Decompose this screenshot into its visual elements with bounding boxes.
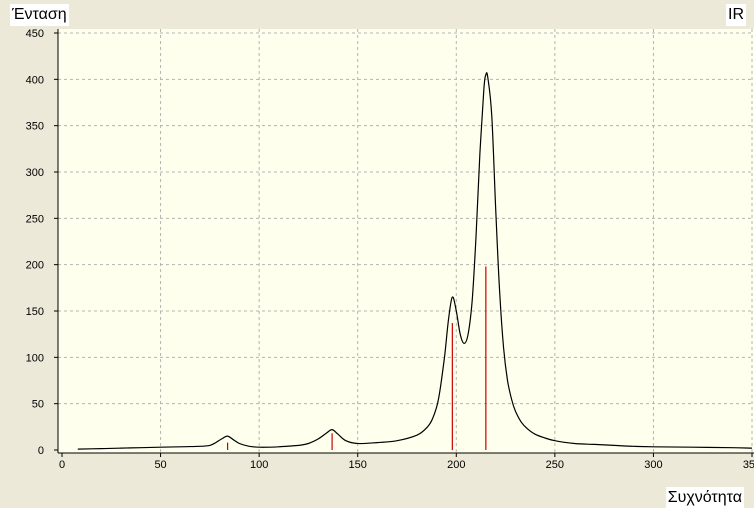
- x-tick-label: 100: [250, 459, 268, 471]
- plot-area: [58, 29, 754, 453]
- x-tick-label: 200: [447, 459, 465, 471]
- x-tick-label: 150: [349, 459, 367, 471]
- y-tick-label: 200: [26, 260, 44, 272]
- y-tick-label: 250: [26, 213, 44, 225]
- x-tick-label: 0: [59, 459, 65, 471]
- y-tick-label: 400: [26, 74, 44, 86]
- y-axis-ticks: 0 50 100 150 200 250 300 350 400 450: [26, 28, 58, 457]
- y-tick-label: 150: [26, 306, 44, 318]
- y-tick-label: 300: [26, 167, 44, 179]
- y-tick-label: 100: [26, 352, 44, 364]
- x-tick-label: 50: [154, 459, 166, 471]
- y-tick-label: 50: [32, 399, 44, 411]
- x-tick-label: 250: [546, 459, 564, 471]
- x-tick-label: 300: [644, 459, 662, 471]
- y-tick-label: 450: [26, 28, 44, 40]
- ir-spectrum-chart: 0 50 100 150 200 250 300 350 400 450 0 50 100 150 200…: [26, 28, 754, 471]
- x-axis-label: Συχνότητα: [665, 487, 744, 508]
- y-tick-label: 0: [38, 445, 44, 457]
- chart-title: IR: [726, 4, 746, 26]
- x-axis-ticks: 0 50 100 150 200 250 300 350: [59, 453, 754, 471]
- y-axis-label: Ένταση: [10, 4, 69, 26]
- x-tick-label: 350: [743, 459, 754, 471]
- y-tick-label: 350: [26, 121, 44, 133]
